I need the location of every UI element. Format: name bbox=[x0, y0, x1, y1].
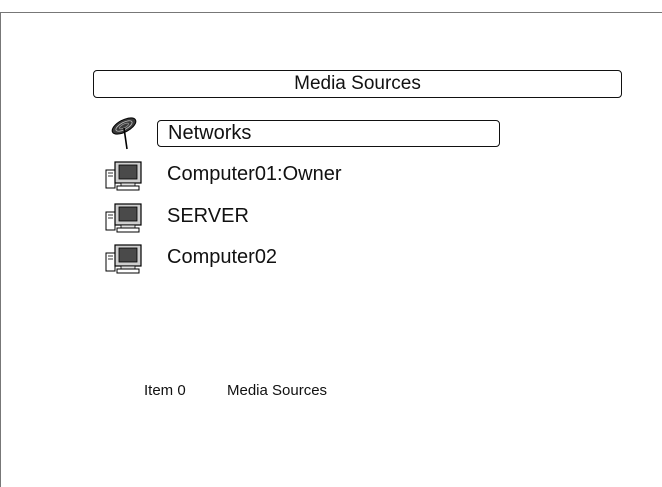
network-antenna-icon bbox=[104, 117, 144, 151]
computer-monitor-icon bbox=[104, 201, 144, 235]
page-title: Media Sources bbox=[93, 70, 622, 98]
list-item-networks[interactable]: Networks bbox=[104, 117, 524, 151]
list-item-computer02[interactable]: Computer02 bbox=[104, 242, 524, 276]
computer01-owner-label: Computer01:Owner bbox=[167, 163, 342, 185]
list-item-server[interactable]: SERVER bbox=[104, 201, 524, 235]
server-label: SERVER bbox=[167, 205, 249, 227]
status-item-index: Item 0 bbox=[144, 382, 186, 399]
status-location: Media Sources bbox=[227, 382, 328, 399]
list-item-computer01-owner[interactable]: Computer01:Owner bbox=[104, 159, 524, 193]
networks-label: Networks bbox=[157, 120, 500, 147]
computer02-label: Computer02 bbox=[167, 246, 278, 268]
computer-monitor-icon bbox=[104, 242, 144, 276]
media-browser-window: Media Sources Networks Computer01:Owner … bbox=[0, 12, 662, 487]
computer-monitor-icon bbox=[104, 159, 144, 193]
